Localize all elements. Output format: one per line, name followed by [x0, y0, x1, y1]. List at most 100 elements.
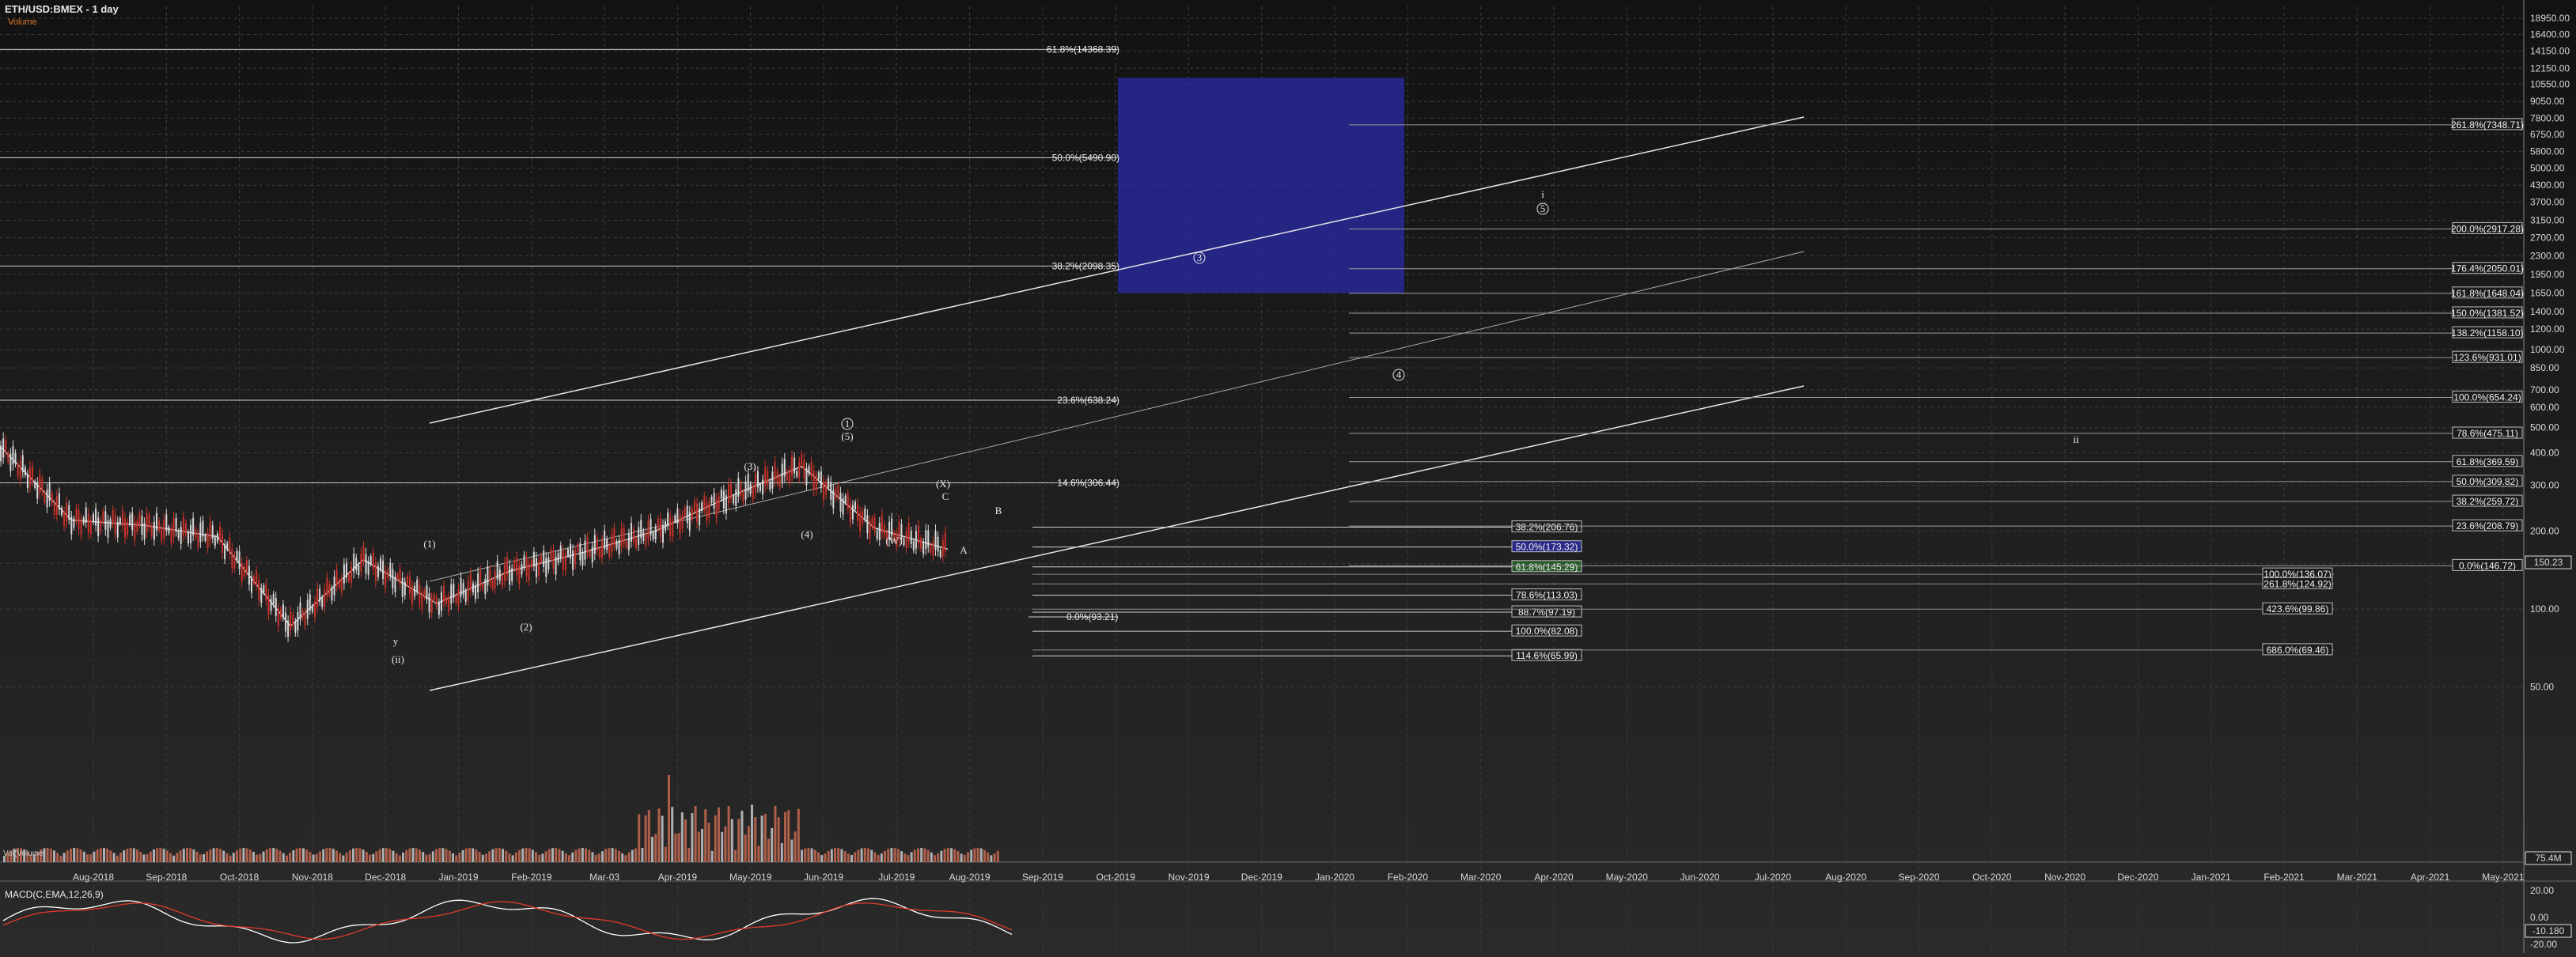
volume-bar: [292, 850, 295, 862]
candle-body: [776, 471, 778, 482]
candle-body: [321, 597, 324, 607]
candle-body: [32, 466, 34, 482]
candle-body: [759, 484, 761, 491]
candle-body: [771, 471, 774, 489]
volume-bar: [850, 854, 853, 862]
candle-body: [506, 557, 509, 575]
candle-body: [837, 485, 839, 497]
volume-bar: [817, 852, 820, 862]
candle-body: [859, 513, 862, 531]
candle-body: [158, 520, 161, 531]
volume-bar: [754, 817, 757, 862]
volume-bar: [485, 853, 487, 862]
volume-bar: [136, 849, 138, 862]
candle-body: [589, 550, 591, 557]
volume-bar: [132, 848, 135, 862]
candle-body: [12, 446, 14, 465]
volume-pane-label: Vol(Volume): [3, 849, 46, 858]
wave-label: C: [942, 490, 949, 502]
volume-bar: [601, 851, 604, 862]
volume-bar: [59, 855, 63, 862]
candle-body: [511, 568, 513, 581]
candle-body: [131, 513, 134, 531]
candle-body: [878, 523, 881, 540]
candle-body: [403, 581, 406, 596]
fib-label-right: 100.0%(654.24): [2453, 392, 2521, 403]
x-tick-label: Oct-2018: [220, 872, 259, 883]
candle-body: [161, 528, 163, 541]
volume-bar: [790, 839, 794, 862]
candle-body: [489, 569, 491, 584]
volume-bar: [893, 848, 896, 862]
y-tick-label: 300.00: [2530, 480, 2559, 491]
candle-body: [665, 521, 667, 531]
candle-body: [311, 605, 313, 612]
volume-bar: [827, 850, 830, 862]
candle-body: [699, 508, 701, 526]
volume-bar: [378, 849, 381, 862]
candle-body: [752, 486, 754, 500]
volume-bar: [305, 849, 309, 862]
fib-label-right: 61.8%(369.59): [2457, 456, 2519, 467]
volume-bar: [701, 828, 703, 862]
candle-body: [180, 527, 182, 544]
candle-body: [297, 612, 299, 631]
candle-body: [857, 504, 859, 521]
candle-body: [932, 541, 934, 556]
volume-bar: [751, 804, 753, 862]
candle-body: [891, 518, 893, 536]
volume-bar: [272, 848, 275, 862]
chart-stage: 18950.00 16400.00 14150.00 12150.00 10550.00…: [0, 0, 2576, 957]
fib-label-right: 261.8%(7348.71): [2451, 119, 2524, 130]
chart-canvas[interactable]: 18950.00 16400.00 14150.00 12150.00 10550.00…: [0, 0, 2576, 957]
volume-bar: [225, 853, 229, 862]
volume-bar: [219, 849, 222, 862]
volume-bar: [195, 851, 199, 862]
volume-bar: [953, 849, 957, 862]
volume-bar: [345, 853, 348, 862]
candle-body: [428, 593, 430, 613]
candle-body: [165, 514, 168, 531]
volume-bar: [53, 850, 55, 862]
candle-body: [501, 575, 503, 587]
volume-bar: [411, 848, 415, 862]
x-tick-label: Apr-2020: [1534, 872, 1574, 883]
wave-label: (4): [801, 528, 813, 540]
volume-bar: [392, 850, 395, 862]
candle-body: [477, 573, 479, 593]
fib-label-right: 200.0%(2917.28): [2451, 223, 2524, 234]
volume-bar: [661, 815, 664, 862]
x-tick-label: Oct-2019: [1097, 872, 1136, 883]
candle-body: [822, 481, 824, 501]
candle-body: [574, 550, 577, 565]
volume-bar: [70, 849, 72, 862]
candle-body: [847, 494, 849, 509]
wave-label: (X): [936, 478, 950, 490]
volume-bar: [604, 849, 608, 862]
wave-label: 3: [1197, 252, 1203, 263]
candle-body: [509, 566, 511, 585]
candle-body: [810, 462, 813, 476]
volume-bar: [395, 853, 398, 862]
candle-body: [243, 566, 245, 577]
candle-body: [684, 507, 686, 516]
volume-bar: [664, 846, 667, 862]
candle-body: [197, 533, 199, 547]
macd-signal-line: [2, 901, 1013, 940]
candle-body: [654, 528, 657, 540]
candle-body: [584, 540, 586, 560]
candle-body: [659, 518, 661, 537]
y-tick-label: 1200.00: [2530, 323, 2565, 335]
candle-body: [362, 546, 365, 562]
volume-bar: [737, 819, 741, 862]
volume-bar: [727, 806, 730, 862]
candle-body: [204, 535, 206, 541]
x-tick-label: Sep-2020: [1898, 872, 1939, 883]
volume-bar: [116, 855, 119, 862]
x-tick-label: Nov-2018: [292, 872, 333, 883]
volume-bar: [558, 849, 561, 862]
volume-bar: [926, 849, 930, 862]
volume-bar: [581, 848, 584, 862]
candle-body: [121, 510, 123, 527]
candle-body: [781, 463, 783, 482]
